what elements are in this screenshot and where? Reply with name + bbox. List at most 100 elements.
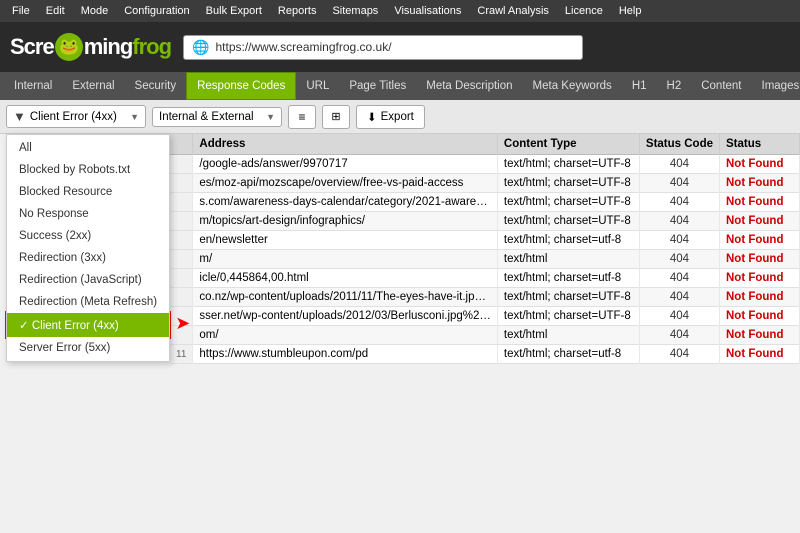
menu-sitemaps[interactable]: Sitemaps [324, 3, 386, 19]
tab-url[interactable]: URL [296, 72, 339, 100]
dropdown-item-8[interactable]: ✓ Client Error (4xx) [7, 313, 169, 337]
logo-text-ming: ming [84, 34, 133, 60]
table-row[interactable]: om/ text/html 404 Not Found [170, 326, 800, 345]
cell-address: https://www.stumbleupon.com/pd [193, 345, 498, 364]
menu-edit[interactable]: Edit [38, 3, 73, 19]
tab-response-codes[interactable]: Response Codes [186, 72, 296, 100]
cell-content-type: text/html; charset=utf-8 [497, 231, 639, 250]
col-num [170, 134, 193, 155]
tab-h2[interactable]: H2 [657, 72, 692, 100]
logo-frog-icon: 🐸 [55, 33, 83, 61]
globe-icon: 🌐 [192, 39, 209, 56]
table-row[interactable]: icle/0,445864,00.html text/html; charset… [170, 269, 800, 288]
menu-crawl-analysis[interactable]: Crawl Analysis [469, 3, 557, 19]
cell-status: Not Found [720, 174, 800, 193]
cell-content-type: text/html; charset=utf-8 [497, 345, 639, 364]
menu-reports[interactable]: Reports [270, 3, 325, 19]
tab-external[interactable]: External [62, 72, 124, 100]
dropdown-item-6[interactable]: Redirection (JavaScript) [7, 269, 169, 291]
table-row[interactable]: m/topics/art-design/infographics/ text/h… [170, 212, 800, 231]
table-row[interactable]: m/ text/html 404 Not Found [170, 250, 800, 269]
url-display: https://www.screamingfrog.co.uk/ [215, 40, 391, 54]
dropdown-item-1[interactable]: Blocked by Robots.txt [7, 159, 169, 181]
scope-label: Internal & External [159, 111, 254, 123]
table-header-row: Address Content Type Status Code Status [170, 134, 800, 155]
header-bar: Scre 🐸 ming frog 🌐 https://www.screaming… [0, 22, 800, 72]
tab-meta-keywords[interactable]: Meta Keywords [523, 72, 622, 100]
cell-address: m/ [193, 250, 498, 269]
cell-content-type: text/html; charset=UTF-8 [497, 288, 639, 307]
export-label: Export [381, 111, 414, 123]
cell-address: icle/0,445864,00.html [193, 269, 498, 288]
cell-address: m/topics/art-design/infographics/ [193, 212, 498, 231]
chart-icon: ⊞ [331, 110, 340, 123]
cell-status: Not Found [720, 326, 800, 345]
table-row[interactable]: 11 https://www.stumbleupon.com/pd text/h… [170, 345, 800, 364]
filter-dropdown-menu: AllBlocked by Robots.txtBlocked Resource… [6, 134, 170, 362]
cell-status: Not Found [720, 269, 800, 288]
tab-images[interactable]: Images [752, 72, 800, 100]
filter-dropdown[interactable]: ▼ Client Error (4xx) ▼ [6, 105, 146, 128]
app-logo: Scre 🐸 ming frog [10, 33, 171, 61]
cell-status: Not Found [720, 250, 800, 269]
cell-status: Not Found [720, 212, 800, 231]
url-bar[interactable]: 🌐 https://www.screamingfrog.co.uk/ [183, 35, 583, 60]
tab-internal[interactable]: Internal [4, 72, 62, 100]
toolbar: ▼ Client Error (4xx) ▼ Internal & Extern… [0, 100, 800, 134]
list-view-button[interactable]: ≡ [288, 105, 316, 129]
table-row[interactable]: /google-ads/answer/9970717 text/html; ch… [170, 155, 800, 174]
cell-status: Not Found [720, 231, 800, 250]
cell-address: co.nz/wp-content/uploads/2011/11/The-eye… [193, 288, 498, 307]
table-row[interactable]: s.com/awareness-days-calendar/category/2… [170, 193, 800, 212]
cell-content-type: text/html; charset=UTF-8 [497, 193, 639, 212]
cell-address: om/ [193, 326, 498, 345]
menu-configuration[interactable]: Configuration [116, 3, 197, 19]
cell-content-type: text/html [497, 250, 639, 269]
funnel-icon: ▼ [13, 109, 26, 124]
cell-content-type: text/html; charset=UTF-8 [497, 212, 639, 231]
dropdown-item-9[interactable]: Server Error (5xx) [7, 337, 169, 359]
export-button[interactable]: ⬇ Export [356, 105, 425, 129]
menu-mode[interactable]: Mode [73, 3, 117, 19]
table-row[interactable]: es/moz-api/mozscape/overview/free-vs-pai… [170, 174, 800, 193]
dropdown-item-3[interactable]: No Response [7, 203, 169, 225]
scope-dropdown[interactable]: Internal & External ▼ [152, 107, 282, 127]
cell-status-code: 404 [639, 307, 719, 326]
filter-arrow-icon: ▼ [130, 112, 139, 122]
cell-content-type: text/html [497, 326, 639, 345]
col-status-code: Status Code [639, 134, 719, 155]
tab-security[interactable]: Security [125, 72, 187, 100]
row-number [170, 269, 193, 288]
scope-arrow-icon: ▼ [266, 112, 275, 122]
chart-view-button[interactable]: ⊞ [322, 105, 350, 129]
tab-meta-description[interactable]: Meta Description [416, 72, 522, 100]
dropdown-item-2[interactable]: Blocked Resource [7, 181, 169, 203]
col-content-type: Content Type [497, 134, 639, 155]
menu-visualisations[interactable]: Visualisations [386, 3, 469, 19]
dropdown-item-0[interactable]: All [7, 137, 169, 159]
results-table: Address Content Type Status Code Status … [170, 134, 800, 364]
tab-page-titles[interactable]: Page Titles [339, 72, 416, 100]
logo-text-scre: Scre [10, 34, 54, 60]
table-row[interactable]: sser.net/wp-content/uploads/2012/03/Berl… [170, 307, 800, 326]
cell-status-code: 404 [639, 326, 719, 345]
table-row[interactable]: co.nz/wp-content/uploads/2011/11/The-eye… [170, 288, 800, 307]
table-row[interactable]: en/newsletter text/html; charset=utf-8 4… [170, 231, 800, 250]
cell-status: Not Found [720, 288, 800, 307]
cell-status-code: 404 [639, 231, 719, 250]
row-number [170, 250, 193, 269]
menu-licence[interactable]: Licence [557, 3, 611, 19]
menu-help[interactable]: Help [611, 3, 650, 19]
menu-file[interactable]: File [4, 3, 38, 19]
dropdown-item-7[interactable]: Redirection (Meta Refresh) [7, 291, 169, 313]
main-content: AllBlocked by Robots.txtBlocked Resource… [0, 134, 800, 533]
cell-content-type: text/html; charset=utf-8 [497, 269, 639, 288]
cell-address: sser.net/wp-content/uploads/2012/03/Berl… [193, 307, 498, 326]
dropdown-item-5[interactable]: Redirection (3xx) [7, 247, 169, 269]
dropdown-item-4[interactable]: Success (2xx) [7, 225, 169, 247]
cell-address: s.com/awareness-days-calendar/category/2… [193, 193, 498, 212]
tab-h1[interactable]: H1 [622, 72, 657, 100]
tab-content[interactable]: Content [691, 72, 751, 100]
row-number [170, 174, 193, 193]
menu-bulk-export[interactable]: Bulk Export [198, 3, 270, 19]
